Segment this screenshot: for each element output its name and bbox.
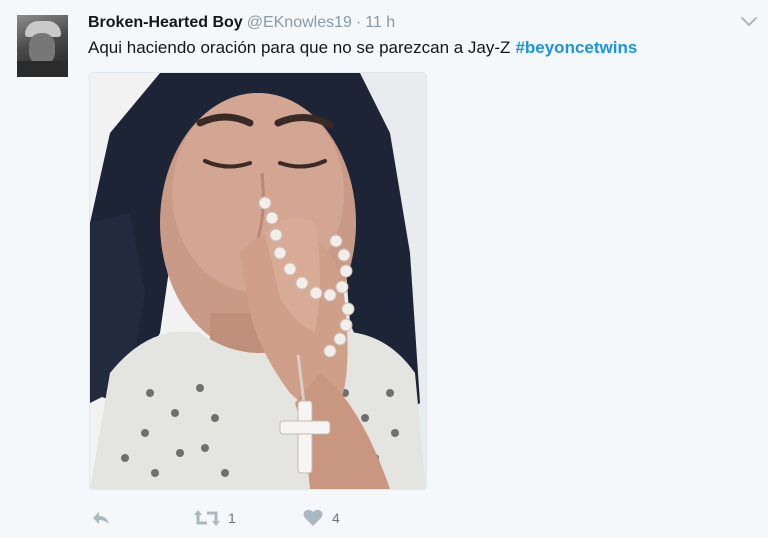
retweet-count: 1 bbox=[228, 510, 236, 526]
tweet-body: Aqui haciendo oración para que no se par… bbox=[88, 38, 511, 57]
tweet-card: Broken-Hearted Boy @EKnowles19 · 11 h Aqui … bbox=[0, 0, 768, 538]
timestamp[interactable]: 11 h bbox=[365, 14, 395, 31]
retweet-icon bbox=[194, 510, 220, 526]
heart-icon bbox=[303, 509, 323, 526]
tweet-text: Aqui haciendo oración para que no se par… bbox=[88, 37, 637, 59]
retweet-button[interactable]: 1 bbox=[194, 504, 236, 532]
like-button[interactable]: 4 bbox=[302, 504, 340, 532]
tweet-actions: 1 4 bbox=[88, 504, 408, 532]
reply-icon bbox=[93, 512, 109, 524]
avatar-shoulder bbox=[17, 61, 68, 77]
avatar[interactable] bbox=[17, 15, 68, 77]
display-name[interactable]: Broken-Hearted Boy bbox=[88, 14, 243, 31]
user-handle[interactable]: @EKnowles19 bbox=[247, 14, 352, 31]
like-count: 4 bbox=[332, 510, 340, 526]
photo-illustration bbox=[90, 73, 426, 489]
chevron-down-icon bbox=[741, 17, 757, 26]
separator-dot: · bbox=[355, 14, 362, 31]
tweet-photo[interactable] bbox=[89, 72, 427, 490]
hashtag-link[interactable]: #beyoncetwins bbox=[515, 38, 637, 57]
tweet-header: Broken-Hearted Boy @EKnowles19 · 11 h bbox=[88, 13, 395, 33]
tweet-menu-button[interactable] bbox=[738, 12, 760, 32]
reply-button[interactable] bbox=[90, 504, 112, 532]
